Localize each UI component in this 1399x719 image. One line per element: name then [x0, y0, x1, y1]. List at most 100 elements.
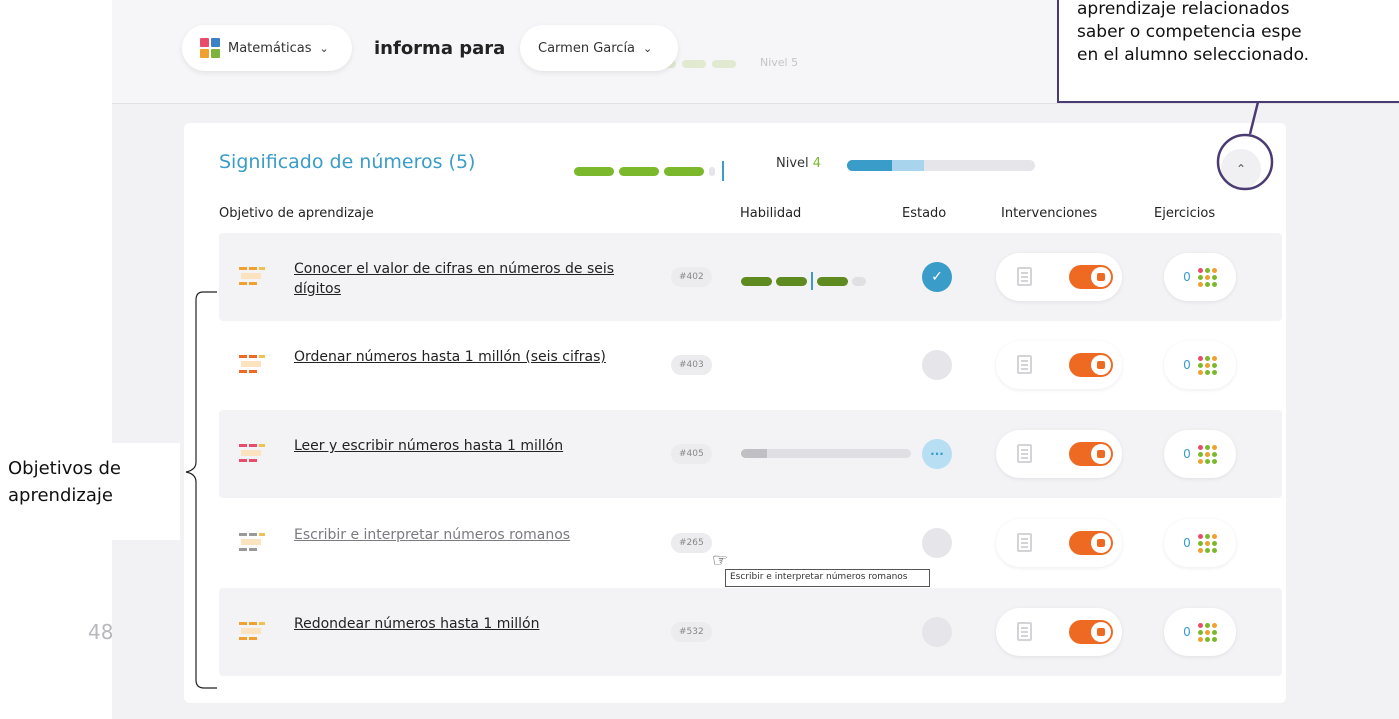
header-habilidad: Habilidad [740, 206, 802, 221]
student-selector[interactable]: Carmen García ⌄ [520, 25, 678, 71]
card-title-text: Significado de números [219, 151, 443, 173]
annotation-objetivos: Objetivos de aprendizaje [0, 443, 180, 540]
objective-link[interactable]: Redondear números hasta 1 millón [294, 614, 654, 634]
document-icon[interactable] [1017, 533, 1032, 552]
callout-line-2: saber o competencia espe [1077, 22, 1302, 42]
subject-grid-icon [200, 38, 220, 58]
interventions-control [996, 430, 1122, 478]
objective-thumbnail-icon [239, 444, 265, 462]
objective-name-line2: dígitos [294, 281, 341, 297]
header-intervenciones: Intervenciones [1001, 206, 1098, 221]
skill-segment-empty [852, 276, 866, 286]
skill-bar [741, 449, 911, 458]
objective-link[interactable]: Escribir e interpretar números romanos [294, 525, 654, 545]
informa-label: informa para [374, 38, 506, 59]
objective-code-badge: #532 [671, 622, 712, 642]
collapse-button[interactable]: ⌃ [1221, 149, 1261, 189]
student-label: Carmen García [538, 40, 636, 56]
level-marker [722, 161, 724, 181]
chevron-down-icon: ⌄ [643, 41, 653, 55]
level-segment-partial [709, 166, 715, 176]
exercises-button[interactable]: 0 [1164, 341, 1236, 389]
document-icon[interactable] [1017, 444, 1032, 463]
toggle-knob [1091, 267, 1111, 287]
app-frame: Nivel 5 Matemáticas ⌄ informa para Carme… [112, 0, 1399, 719]
objective-row: Redondear números hasta 1 millón #532 0 [219, 588, 1282, 676]
objective-name-line1: Escribir e interpretar números romanos [294, 527, 571, 543]
objective-thumbnail-icon [239, 355, 265, 373]
objective-name-line1: Ordenar números hasta 1 millón (seis cif… [294, 349, 606, 365]
objective-link[interactable]: Conocer el valor de cifras en números de… [294, 259, 654, 299]
level-value: 4 [812, 156, 822, 171]
exercises-button[interactable]: 0 [1164, 430, 1236, 478]
header-ejercicios: Ejercicios [1154, 206, 1216, 221]
skill-marker [811, 272, 813, 290]
exercises-count: 0 [1183, 358, 1191, 372]
objective-link[interactable]: Ordenar números hasta 1 millón (seis cif… [294, 347, 654, 367]
subject-label: Matemáticas [228, 40, 312, 56]
exercises-grid-icon [1197, 622, 1217, 642]
chevron-up-icon: ⌃ [1235, 162, 1247, 176]
exercises-count: 0 [1183, 270, 1191, 284]
objective-thumbnail-icon [239, 267, 265, 285]
objective-code-badge: #403 [671, 355, 712, 375]
document-icon[interactable] [1017, 622, 1032, 641]
skill-bar [741, 272, 866, 290]
exercises-count: 0 [1183, 536, 1191, 550]
toggle-knob [1091, 444, 1111, 464]
level-label: Nivel [776, 156, 809, 171]
estado-indicator [922, 528, 952, 558]
intervention-toggle[interactable] [1069, 442, 1113, 466]
skill-segment [741, 276, 772, 286]
card-title: Significado de números (5) [219, 151, 475, 173]
tooltip: Escribir e interpretar números romanos [725, 569, 930, 587]
document-icon[interactable] [1017, 355, 1032, 374]
objective-code-badge: #265 [671, 533, 712, 553]
exercises-button[interactable]: 0 [1164, 253, 1236, 301]
exercises-button[interactable]: 0 [1164, 608, 1236, 656]
interventions-control [996, 253, 1122, 301]
intervention-toggle[interactable] [1069, 353, 1113, 377]
exercises-button[interactable]: 0 [1164, 519, 1236, 567]
toggle-knob [1091, 355, 1111, 375]
level-bars [574, 161, 726, 181]
objective-code-badge: #402 [671, 267, 712, 287]
exercises-count: 0 [1183, 447, 1191, 461]
intervention-toggle[interactable] [1069, 531, 1113, 555]
objective-row: Leer y escribir números hasta 1 millón #4… [219, 410, 1282, 498]
card-progress-bar [847, 160, 1035, 171]
skill-segment [776, 276, 807, 286]
check-icon: ✓ [931, 269, 943, 285]
exercises-grid-icon [1197, 533, 1217, 553]
interventions-control [996, 519, 1122, 567]
interventions-control [996, 608, 1122, 656]
exercises-grid-icon [1197, 267, 1217, 287]
estado-indicator [922, 350, 952, 380]
exercises-grid-icon [1197, 444, 1217, 464]
toggle-knob [1091, 622, 1111, 642]
hand-cursor-icon: ☞ [712, 550, 729, 571]
ghost-level-label: Nivel 5 [760, 56, 799, 69]
subject-selector[interactable]: Matemáticas ⌄ [182, 25, 352, 71]
objective-name-line1: Redondear números hasta 1 millón [294, 616, 540, 632]
callout-line-3: en el alumno seleccionado. [1077, 45, 1310, 65]
document-icon[interactable] [1017, 267, 1032, 286]
level-segment [619, 166, 659, 176]
exercises-count: 0 [1183, 625, 1191, 639]
intervention-toggle[interactable] [1069, 265, 1113, 289]
side-line-1: Objetivos de [8, 458, 121, 479]
callout-line-1: aprendizaje relacionados [1077, 0, 1290, 19]
dots-icon: ··· [930, 447, 944, 461]
objective-link[interactable]: Leer y escribir números hasta 1 millón [294, 436, 654, 456]
skill-segment [817, 276, 848, 286]
estado-indicator [922, 617, 952, 647]
intervention-toggle[interactable] [1069, 620, 1113, 644]
objective-thumbnail-icon [239, 533, 265, 551]
level-indicator: Nivel 4 [776, 156, 821, 171]
annotation-callout: aprendizaje relacionados saber o compete… [1057, 0, 1399, 103]
header-objetivo: Objetivo de aprendizaje [219, 206, 374, 221]
toggle-knob [1091, 533, 1111, 553]
chevron-down-icon: ⌄ [319, 41, 329, 55]
card-progress-primary [847, 160, 893, 171]
interventions-control [996, 341, 1122, 389]
